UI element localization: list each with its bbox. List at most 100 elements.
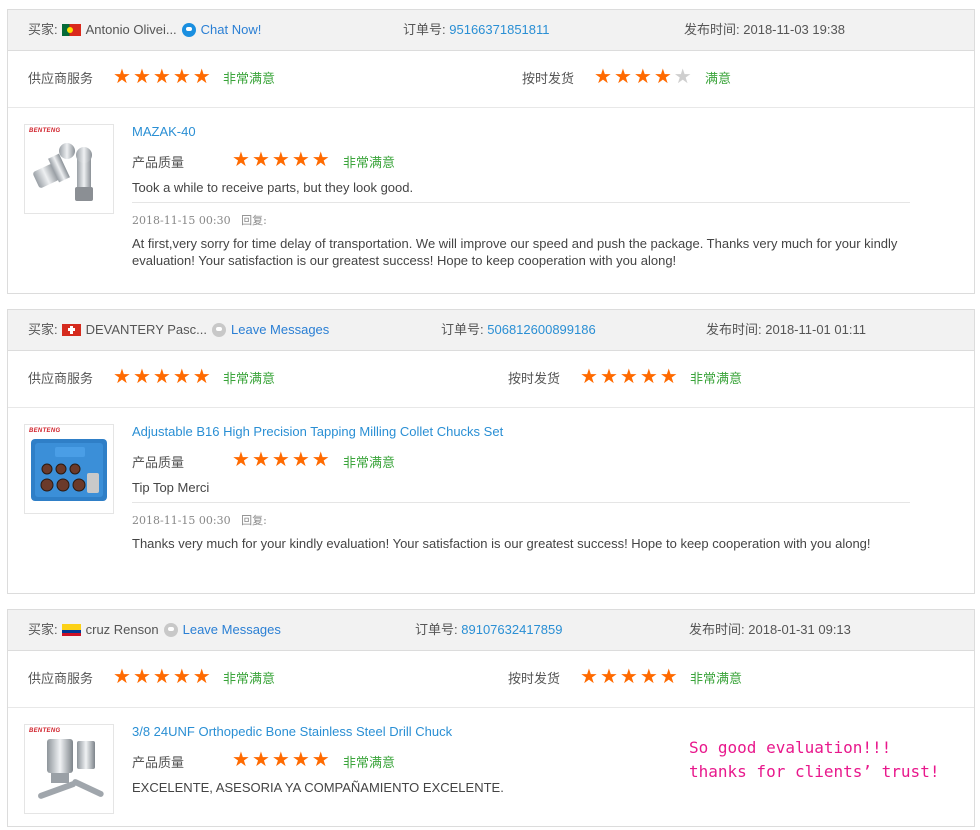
star-filled-icon: ★: [291, 147, 310, 171]
brand-logo: BENTENG: [29, 128, 61, 134]
annotation-line-1: So good evaluation!!!: [689, 738, 892, 757]
star-empty-icon: ★: [673, 64, 692, 88]
buyer-label: 买家:: [28, 322, 58, 337]
chat-icon[interactable]: [181, 22, 196, 37]
buyer-info: 买家: DEVANTERY Pasc... Leave Messages: [28, 310, 329, 350]
star-filled-icon: ★: [152, 364, 171, 388]
star-filled-icon: ★: [619, 364, 638, 388]
reply-label: 回复:: [241, 214, 267, 227]
service-rating-row: 供应商服务 ★ ★ ★ ★ ★ 非常满意 按时发货 ★ ★ ★ ★ ★ 非常满意: [8, 651, 974, 708]
chat-icon[interactable]: [212, 322, 226, 337]
star-filled-icon: ★: [271, 147, 290, 171]
publish-info: 发布时间: 2018-11-03 19:38: [684, 10, 845, 50]
product-thumbnail[interactable]: BENTENG: [24, 724, 114, 814]
publish-info: 发布时间: 2018-11-01 01:11: [706, 310, 866, 350]
star-filled-icon: ★: [653, 64, 672, 88]
order-label: 订单号:: [441, 322, 484, 337]
chat-icon[interactable]: [163, 622, 178, 637]
star-filled-icon: ★: [192, 664, 211, 688]
buyer-info: 买家: cruz Renson Leave Messages: [28, 610, 281, 650]
star-filled-icon: ★: [613, 64, 632, 88]
product-quality-stars: ★ ★ ★ ★ ★: [232, 149, 332, 171]
chat-now-link[interactable]: Chat Now!: [201, 22, 262, 37]
handwritten-annotation: So good evaluation!!! thanks for clients…: [689, 736, 939, 784]
portugal-flag-icon: [61, 23, 81, 36]
review-header: 买家: DEVANTERY Pasc... Leave Messages 订单号: …: [8, 310, 974, 351]
publish-time: 2018-01-31 09:13: [748, 622, 851, 637]
product-quality-text: 非常满意: [343, 455, 396, 470]
delivery-stars: ★ ★ ★ ★ ★: [580, 651, 680, 707]
delivery-text: 非常满意: [690, 371, 743, 386]
star-filled-icon: ★: [232, 747, 250, 771]
leave-messages-link[interactable]: Leave Messages: [183, 622, 281, 637]
publish-info: 发布时间: 2018-01-31 09:13: [689, 610, 851, 650]
star-filled-icon: ★: [291, 747, 310, 771]
star-filled-icon: ★: [232, 147, 250, 171]
reply-time: 2018-11-15 00:30: [132, 514, 231, 527]
star-filled-icon: ★: [271, 447, 290, 471]
star-filled-icon: ★: [132, 364, 151, 388]
supplier-service-text: 非常满意: [223, 71, 276, 86]
buyer-info: 买家: Antonio Olivei... Chat Now!: [28, 10, 261, 50]
product-thumbnail[interactable]: BENTENG: [24, 124, 114, 214]
supplier-service-stars: ★ ★ ★ ★ ★: [113, 51, 213, 107]
star-filled-icon: ★: [232, 447, 250, 471]
product-quality-text: 非常满意: [343, 755, 396, 770]
star-filled-icon: ★: [639, 364, 658, 388]
star-filled-icon: ★: [251, 747, 270, 771]
star-filled-icon: ★: [659, 364, 678, 388]
star-filled-icon: ★: [633, 64, 652, 88]
star-filled-icon: ★: [132, 64, 151, 88]
product-quality-text: 非常满意: [343, 155, 396, 170]
star-filled-icon: ★: [599, 364, 618, 388]
divider: [132, 502, 910, 503]
star-filled-icon: ★: [251, 447, 270, 471]
product-title-link[interactable]: Adjustable B16 High Precision Tapping Mi…: [132, 424, 503, 439]
switzerland-flag-icon: [61, 323, 81, 336]
delivery-stars: ★ ★ ★ ★ ★: [594, 51, 694, 107]
buyer-name: Antonio Olivei...: [85, 22, 177, 37]
leave-messages-link[interactable]: Leave Messages: [231, 322, 329, 337]
brand-logo: BENTENG: [29, 728, 61, 734]
pull-stud-image: [33, 143, 93, 201]
star-filled-icon: ★: [639, 664, 658, 688]
colombia-flag-icon: [61, 623, 81, 636]
publish-time: 2018-11-03 19:38: [743, 22, 845, 37]
order-number-link[interactable]: 95166371851811: [449, 22, 549, 37]
star-filled-icon: ★: [619, 664, 638, 688]
order-number-link[interactable]: 506812600899186: [487, 322, 595, 337]
star-filled-icon: ★: [311, 747, 330, 771]
star-filled-icon: ★: [172, 64, 191, 88]
buyer-comment: Tip Top Merci: [132, 480, 210, 495]
order-info: 订单号: 506812600899186: [441, 310, 596, 350]
star-filled-icon: ★: [172, 664, 191, 688]
publish-label: 发布时间:: [684, 22, 740, 37]
star-filled-icon: ★: [192, 364, 211, 388]
reply-time: 2018-11-15 00:30: [132, 214, 231, 227]
buyer-comment: Took a while to receive parts, but they …: [132, 180, 414, 195]
service-rating-row: 供应商服务 ★ ★ ★ ★ ★ 非常满意 按时发货 ★ ★ ★ ★ ★ 非常满意: [8, 351, 974, 408]
buyer-label: 买家:: [28, 622, 58, 637]
product-thumbnail[interactable]: BENTENG: [24, 424, 114, 514]
product-title-link[interactable]: 3/8 24UNF Orthopedic Bone Stainless Stee…: [132, 724, 452, 739]
product-title-link[interactable]: MAZAK-40: [132, 124, 196, 139]
supplier-service-label: 供应商服务: [28, 71, 94, 86]
delivery-text: 非常满意: [690, 671, 743, 686]
star-filled-icon: ★: [659, 664, 678, 688]
order-number-link[interactable]: 89107632417859: [461, 622, 562, 637]
seller-reply: Thanks very much for your kindly evaluat…: [132, 536, 871, 551]
star-filled-icon: ★: [580, 364, 598, 388]
star-filled-icon: ★: [311, 447, 330, 471]
review-card: 买家: cruz Renson Leave Messages 订单号: 891076…: [7, 609, 975, 827]
star-filled-icon: ★: [311, 147, 330, 171]
buyer-comment: EXCELENTE, ASESORIA YA COMPAÑAMIENTO EXC…: [132, 780, 504, 795]
product-quality-label: 产品质量: [132, 155, 185, 170]
reply-meta: 2018-11-15 00:30 回复:: [132, 512, 267, 528]
review-header: 买家: Antonio Olivei... Chat Now! 订单号: 95166…: [8, 10, 974, 51]
collet-chuck-case-image: [31, 439, 107, 501]
delivery-text: 满意: [705, 71, 732, 86]
supplier-service-label: 供应商服务: [28, 671, 94, 686]
reply-label: 回复:: [241, 514, 267, 527]
seller-reply: At first,very sorry for time delay of tr…: [132, 236, 898, 268]
supplier-service-label: 供应商服务: [28, 371, 94, 386]
